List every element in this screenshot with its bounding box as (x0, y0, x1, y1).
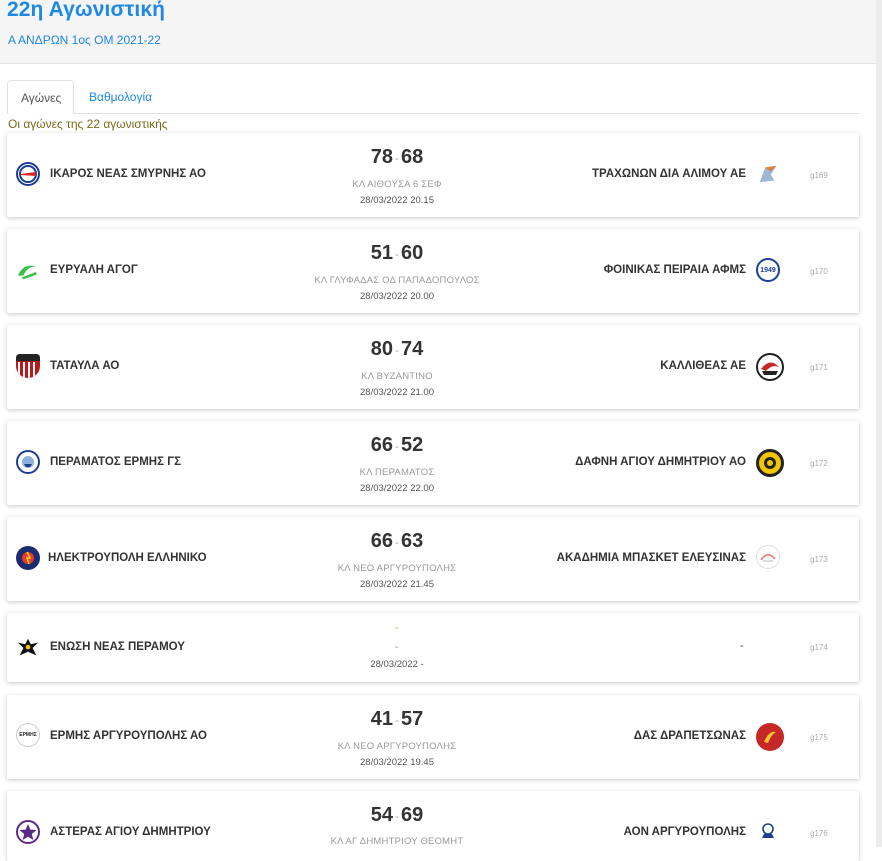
match-code[interactable]: g171 (810, 363, 828, 372)
venue: ΚΛ ΓΛΥΦΑΔΑΣ ΟΔ ΠΑΠΑΔΟΠΟΥΛΟΣ (314, 275, 480, 286)
home-team[interactable]: ΑΣΤΕΡΑΣ ΑΓΙΟΥ ΔΗΜΗΤΡΙΟΥ (50, 826, 211, 838)
match-datetime: 28/03/2022 20.15 (360, 195, 434, 206)
home-score: 66 (370, 434, 393, 456)
score-separator: - (395, 534, 399, 549)
score: 54-69 (307, 804, 487, 827)
match-card[interactable]: ΤΑΤΑΥΛΑ ΑΟ 80-74 ΚΛ ΒΥΖΑΝΤΙΝΟ 28/03/2022… (7, 325, 859, 409)
match-datetime: 28/03/2022 21.00 (360, 387, 434, 398)
venue: - (395, 642, 399, 653)
match-code[interactable]: g169 (810, 171, 828, 180)
home-score: 66 (370, 530, 393, 552)
trachones-logo-icon (756, 162, 780, 186)
match-datetime: 28/03/2022 22.00 (360, 483, 434, 494)
ermis-logo-icon: ΕΡΜΗΣ (16, 723, 40, 747)
venue: ΚΛ ΠΕΡΑΜΑΤΟΣ (359, 467, 435, 478)
home-team[interactable]: ΕΥΡΥΑΛΗ ΑΓΟΓ (50, 264, 138, 276)
away-team[interactable]: - (740, 640, 744, 652)
match-datetime: 28/03/2022 19.45 (360, 757, 434, 768)
score-separator: - (395, 438, 399, 453)
match-code[interactable]: g173 (810, 555, 828, 564)
score-separator: - (395, 150, 399, 165)
score: 80-74 (307, 338, 487, 361)
match-code[interactable]: g170 (810, 267, 828, 276)
match-card[interactable]: ΕΝΩΣΗ ΝΕΑΣ ΠΕΡΑΜΟΥ - - 28/03/2022 - - g1… (7, 613, 859, 682)
match-card[interactable]: ΑΣΤΕΡΑΣ ΑΓΙΟΥ ΔΗΜΗΤΡΙΟΥ 54-69 ΚΛ ΑΓ ΔΗΜΗ… (7, 791, 859, 861)
score-separator: - (395, 712, 399, 727)
kallithea-logo-icon (756, 353, 784, 381)
away-team[interactable]: ΦΟΙΝΙΚΑΣ ΠΕΙΡΑΙΑ ΑΦΜΣ (604, 264, 746, 276)
score-separator: - (395, 246, 399, 261)
foinikas-logo-icon: 1949 (756, 258, 780, 282)
score: 51-60 (307, 242, 487, 265)
tab-standings[interactable]: Βαθμολογία (76, 80, 165, 113)
score-separator: - (395, 808, 399, 823)
venue: ΚΛ ΑΓ ΔΗΜΗΤΡΙΟΥ ΘΕΟΜΗΤ (330, 836, 464, 847)
away-score: 63 (401, 530, 424, 552)
home-score: 80 (370, 338, 393, 360)
tatavla-logo-icon (16, 354, 40, 378)
match-datetime: 28/03/2022 20.00 (360, 291, 434, 302)
match-card[interactable]: ΕΡΜΗΣ ΕΡΜΗΣ ΑΡΓΥΡΟΥΠΟΛΗΣ ΑΟ 41-57 ΚΛ ΝΕΟ… (7, 695, 859, 779)
page-subtitle[interactable]: Α ΑΝΔΡΩΝ 1ος ΟΜ 2021-22 (8, 33, 161, 47)
match-code[interactable]: g172 (810, 459, 828, 468)
scrollbar[interactable] (876, 0, 882, 847)
home-score: 41 (370, 708, 393, 730)
away-team[interactable]: ΔΑΣ ΔΡΑΠΕΤΣΩΝΑΣ (634, 730, 746, 742)
match-code[interactable]: g174 (810, 643, 828, 652)
home-team[interactable]: ΙΚΑΡΟΣ ΝΕΑΣ ΣΜΥΡΝΗΣ ΑΟ (50, 168, 206, 180)
home-team[interactable]: ΗΛΕΚΤΡΟΥΠΟΛΗ ΕΛΛΗΝΙΚΟ (48, 552, 207, 564)
venue: ΚΛ ΑΙΘΟΥΣΑ 6 ΣΕΦ (352, 179, 442, 190)
match-card[interactable]: ΗΛΕΚΤΡΟΥΠΟΛΗ ΕΛΛΗΝΙΚΟ 66-63 ΚΛ ΝΕΟ ΑΡΓΥΡ… (7, 517, 859, 601)
asteras-logo-icon (16, 820, 40, 844)
match-datetime: 28/03/2022 21.45 (360, 579, 434, 590)
venue: ΚΛ ΒΥΖΑΝΤΙΝΟ (361, 371, 433, 382)
venue: ΚΛ ΝΕΟ ΑΡΓΥΡΟΥΠΟΛΗΣ (337, 563, 457, 574)
ilektroupoli-logo-icon (16, 546, 40, 570)
match-card[interactable]: ΠΕΡΑΜΑΤΟΣ ΕΡΜΗΣ ΓΣ 66-52 ΚΛ ΠΕΡΑΜΑΤΟΣ 28… (7, 421, 859, 505)
away-team[interactable]: ΔΑΦΝΗ ΑΓΙΟΥ ΔΗΜΗΤΡΙΟΥ ΑΟ (575, 456, 746, 468)
away-score: 52 (401, 434, 424, 456)
page-header: 22η Αγωνιστική Α ΑΝΔΡΩΝ 1ος ΟΜ 2021-22 (0, 0, 876, 64)
home-team[interactable]: ΕΡΜΗΣ ΑΡΓΥΡΟΥΠΟΛΗΣ ΑΟ (50, 730, 207, 742)
ikaros-logo-icon (16, 162, 40, 186)
away-team[interactable]: ΤΡΑΧΩΝΩΝ ΔΙΑ ΑΛΙΜΟΥ ΑΕ (592, 168, 746, 180)
round-note: Οι αγώνες της 22 αγωνιστικής (8, 117, 168, 131)
match-card[interactable]: ΕΥΡΥΑΛΗ ΑΓΟΓ 51-60 ΚΛ ΓΛΥΦΑΔΑΣ ΟΔ ΠΑΠΑΔΟ… (7, 229, 859, 313)
score: 78-68 (307, 146, 487, 169)
match-code[interactable]: g175 (810, 733, 828, 742)
away-team[interactable]: ΑΟΝ ΑΡΓΥΡΟΥΠΟΛΗΣ (624, 826, 746, 838)
match-card[interactable]: ΙΚΑΡΟΣ ΝΕΑΣ ΣΜΥΡΝΗΣ ΑΟ 78-68 ΚΛ ΑΙΘΟΥΣΑ … (7, 133, 859, 217)
page-title: 22η Αγωνιστική (7, 0, 166, 21)
elefsina-logo-icon (756, 545, 780, 569)
euryali-logo-icon (16, 259, 40, 283)
enosi-logo-icon (16, 636, 40, 660)
perama-logo-icon (16, 450, 40, 474)
aon-logo-icon (756, 819, 780, 843)
score: 66-63 (307, 530, 487, 553)
home-team[interactable]: ΕΝΩΣΗ ΝΕΑΣ ΠΕΡΑΜΟΥ (50, 641, 185, 653)
score-placeholder: - (395, 623, 399, 634)
home-score: 78 (370, 146, 393, 168)
match-datetime: 28/03/2022 - (370, 659, 424, 670)
score: 41-57 (307, 708, 487, 731)
dafni-logo-icon (756, 449, 784, 477)
home-team[interactable]: ΠΕΡΑΜΑΤΟΣ ΕΡΜΗΣ ΓΣ (50, 456, 181, 468)
home-score: 54 (370, 804, 393, 826)
away-score: 69 (401, 804, 424, 826)
score: 66-52 (307, 434, 487, 457)
away-score: 74 (401, 338, 424, 360)
away-team[interactable]: ΑΚΑΔΗΜΙΑ ΜΠΑΣΚΕΤ ΕΛΕΥΣΙΝΑΣ (557, 552, 746, 564)
away-team[interactable]: ΚΑΛΛΙΘΕΑΣ ΑΕ (660, 360, 746, 372)
tab-matches[interactable]: Αγώνες (7, 80, 74, 114)
venue: ΚΛ ΝΕΟ ΑΡΓΥΡΟΥΠΟΛΗΣ (337, 741, 457, 752)
away-score: 60 (401, 242, 424, 264)
match-code[interactable]: g176 (810, 829, 828, 838)
away-score: 57 (401, 708, 424, 730)
home-team[interactable]: ΤΑΤΑΥΛΑ ΑΟ (50, 360, 119, 372)
away-score: 68 (401, 146, 424, 168)
home-score: 51 (370, 242, 393, 264)
score-separator: - (395, 342, 399, 357)
tab-bar: Αγώνες Βαθμολογία (7, 80, 859, 114)
drapetsona-logo-icon (756, 723, 784, 751)
